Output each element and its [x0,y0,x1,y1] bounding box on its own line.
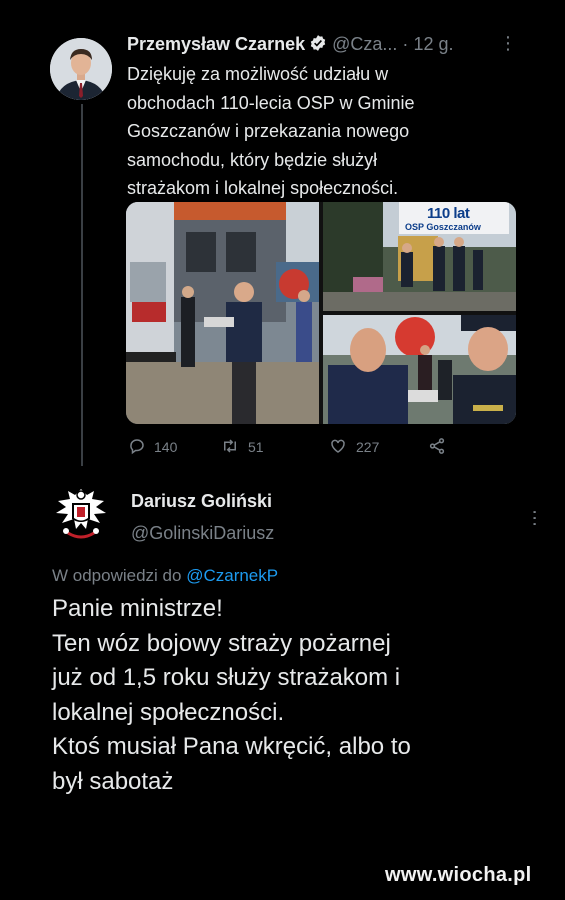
reply-text-line: Panie ministrze! [52,595,223,622]
reply-author-avatar[interactable] [48,481,114,547]
reply-text-line: był sabotaż [52,767,174,795]
tweet-photo-grid: 110 lat OSP Goszczanów [126,202,516,424]
tweet-text: Dziękuję za możliwość udziału w obchodac… [127,60,507,203]
reply-icon [128,437,154,458]
tweet-actions: 140 51 227 [128,436,458,458]
photo-anniversary-stage[interactable]: 110 lat OSP Goszczanów [323,202,516,311]
banner-subtitle: OSP Goszczanów [405,222,481,232]
reply-text-line: Ten wóz bojowy straży pożarnej [52,629,391,657]
retweet-count: 51 [248,439,264,455]
thread-connector-line [81,104,83,466]
reply-button[interactable]: 140 [128,436,177,458]
reply-to-prefix: W odpowiedzi do [52,566,182,585]
separator-dot: · [402,34,409,54]
photo-fire-truck-handover[interactable] [126,202,319,424]
site-watermark: www.wiocha.pl [385,864,532,886]
tweet-timestamp[interactable]: 12 g. [413,34,453,54]
tweet-text-line: obchodach 110-lecia OSP w Gminie [127,92,415,113]
tweet-text-line: strażakom i lokalnej społeczności. [127,178,399,198]
share-button[interactable] [428,436,454,458]
reply-author-handle[interactable]: @GolinskiDariusz [131,523,274,544]
verified-badge-icon [309,34,327,57]
reply-to-mention-link[interactable]: @CzarnekP [186,566,278,585]
reply-count: 140 [154,439,178,455]
banner-title: 110 lat [427,205,470,222]
reply-text-line: lokalnej społeczności. [52,698,285,726]
reply-text-line: Ktoś musiał Pana wkręcić, albo to [52,733,411,760]
photo-handshake[interactable] [323,315,516,424]
tweet-text-line: samochodu, który będzie służył [127,149,378,170]
share-icon [428,437,454,458]
author-name[interactable]: Przemysław Czarnek [127,34,305,54]
tweet-text-line: Dziękuję za możliwość udziału w [127,64,389,84]
retweet-button[interactable]: 51 [220,436,264,458]
tweet-header: Przemysław Czarnek @Cza... · 12 g. [127,34,527,58]
like-button[interactable]: 227 [328,436,379,458]
retweet-icon [220,437,248,458]
more-icon[interactable]: ⋮ [498,33,518,55]
reply-text-line: już od 1,5 roku służy strażakom i [52,664,401,691]
reply-author-name[interactable]: Dariusz Goliński [131,491,272,512]
reply-text: Panie ministrze! Ten wóz bojowy straży p… [52,592,542,799]
like-count: 227 [356,439,380,455]
tweet-text-line: Goszczanów i przekazania nowego [127,121,410,141]
like-icon [328,437,356,458]
reply-to-line: W odpowiedzi do @CzarnekP [52,566,278,586]
author-avatar[interactable] [50,38,112,100]
more-icon[interactable]: ⋯ [525,509,545,527]
author-handle[interactable]: @Cza... [332,34,397,54]
